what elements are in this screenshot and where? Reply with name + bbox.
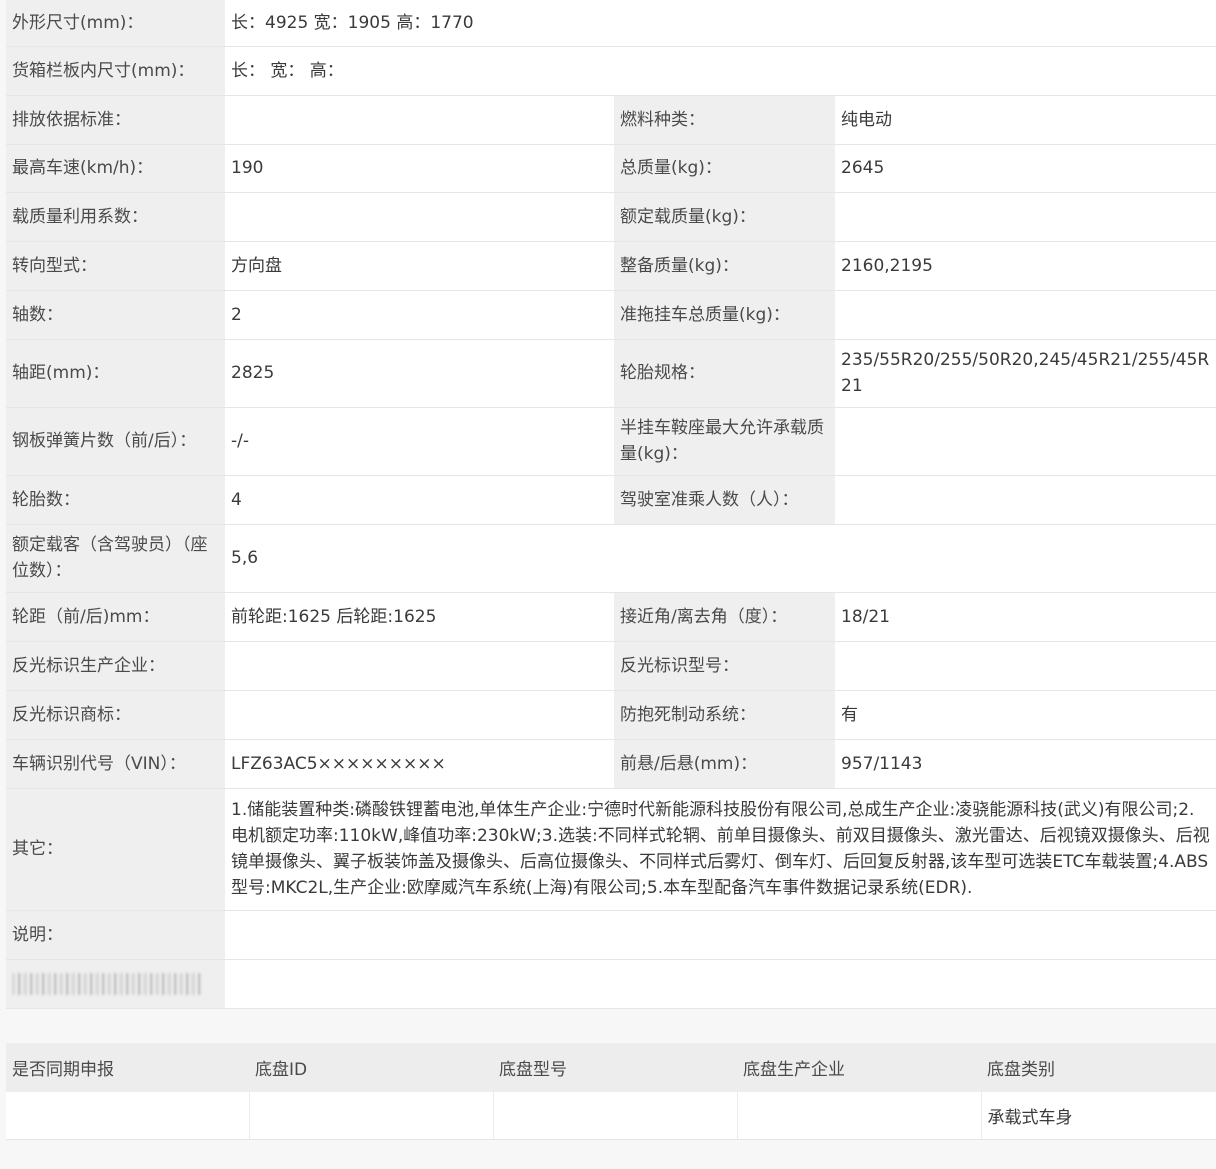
label-tire-spec: 轮胎规格： (614, 339, 835, 408)
value-load-coef (225, 192, 614, 242)
row-redacted (6, 959, 1216, 1009)
value-angles: 18/21 (835, 592, 1216, 642)
label-track: 轮距（前/后)mm： (6, 592, 225, 642)
label-cab-passengers: 驾驶室准乘人数（人）： (614, 475, 835, 525)
chassis-cell-maker (737, 1092, 982, 1140)
chassis-cell-id (249, 1092, 494, 1140)
label-fuel: 燃料种类： (614, 95, 835, 145)
value-reflector-brand (225, 690, 614, 740)
value-overhang: 957/1143 (835, 739, 1216, 789)
value-wheelbase: 2825 (225, 339, 614, 408)
value-dimensions: 长：4925 宽：1905 高：1770 (225, 0, 1216, 47)
value-reflector-model (835, 641, 1216, 691)
value-other: 1.储能装置种类:磷酸铁锂蓄电池,单体生产企业:宁德时代新能源科技股份有限公司,… (225, 788, 1216, 911)
redacted-blur (12, 972, 202, 995)
row-leaf-spring: 钢板弹簧片数（前/后）： -/- 半挂车鞍座最大允许承载质量(kg)： (6, 407, 1216, 476)
label-other: 其它： (6, 788, 225, 911)
label-tires: 轮胎数： (6, 475, 225, 525)
row-speed-mass: 最高车速(km/h)： 190 总质量(kg)： 2645 (6, 144, 1216, 193)
row-note: 说明： (6, 910, 1216, 960)
value-cab-passengers (835, 475, 1216, 525)
redacted-label (6, 959, 225, 1009)
value-track: 前轮距:1625 后轮距:1625 (225, 592, 614, 642)
row-reflector-brand: 反光标识商标： 防抱死制动系统： 有 (6, 690, 1216, 740)
label-angles: 接近角/离去角（度）： (614, 592, 835, 642)
label-dimensions: 外形尺寸(mm)： (6, 0, 225, 47)
chassis-header-sync: 是否同期申报 (6, 1043, 249, 1092)
row-emission-fuel: 排放依据标准： 燃料种类： 纯电动 (6, 95, 1216, 145)
value-axles: 2 (225, 290, 614, 340)
row-axles: 轴数： 2 准拖挂车总质量(kg)： (6, 290, 1216, 340)
label-curb-mass: 整备质量(kg)： (614, 241, 835, 291)
label-note: 说明： (6, 910, 225, 960)
chassis-cell-sync (6, 1092, 250, 1140)
label-axles: 轴数： (6, 290, 225, 340)
label-cargo-box: 货箱栏板内尺寸(mm)： (6, 46, 225, 96)
label-load-coef: 载质量利用系数： (6, 192, 225, 242)
value-max-speed: 190 (225, 144, 614, 193)
label-max-speed: 最高车速(km/h)： (6, 144, 225, 193)
value-steering: 方向盘 (225, 241, 614, 291)
value-cargo-box: 长： 宽： 高： (225, 46, 1216, 96)
chassis-cell-type: 承载式车身 (981, 1092, 1216, 1140)
value-trailer-mass (835, 290, 1216, 340)
row-tires: 轮胎数： 4 驾驶室准乘人数（人）： (6, 475, 1216, 525)
value-tire-spec: 235/55R20/255/50R20,245/45R21/255/45R21 (835, 339, 1216, 408)
chassis-header-type: 底盘类别 (981, 1043, 1216, 1092)
label-total-mass: 总质量(kg)： (614, 144, 835, 193)
label-steering: 转向型式： (6, 241, 225, 291)
value-seats: 5,6 (225, 524, 1216, 593)
chassis-header-model: 底盘型号 (493, 1043, 737, 1092)
label-saddle-load: 半挂车鞍座最大允许承载质量(kg)： (614, 407, 835, 476)
row-dimensions: 外形尺寸(mm)： 长：4925 宽：1905 高：1770 (6, 0, 1216, 47)
value-tires: 4 (225, 475, 614, 525)
label-seats: 额定载客（含驾驶员）（座位数）： (6, 524, 225, 593)
spec-table: 外形尺寸(mm)： 长：4925 宽：1905 高：1770 货箱栏板内尺寸(m… (6, 0, 1216, 1009)
value-fuel: 纯电动 (835, 95, 1216, 145)
row-vin: 车辆识别代号（VIN）： LFZ63AC5××××××××× 前悬/后悬(mm)… (6, 739, 1216, 789)
label-reflector-model: 反光标识型号： (614, 641, 835, 691)
row-steering: 转向型式： 方向盘 整备质量(kg)： 2160,2195 (6, 241, 1216, 291)
label-reflector-brand: 反光标识商标： (6, 690, 225, 740)
label-abs: 防抱死制动系统： (614, 690, 835, 740)
row-seats: 额定载客（含驾驶员）（座位数）： 5,6 (6, 524, 1216, 593)
chassis-header-id: 底盘ID (249, 1043, 493, 1092)
label-trailer-mass: 准拖挂车总质量(kg)： (614, 290, 835, 340)
value-vin: LFZ63AC5××××××××× (225, 739, 614, 789)
label-rated-load: 额定载质量(kg)： (614, 192, 835, 242)
row-cargo-box: 货箱栏板内尺寸(mm)： 长： 宽： 高： (6, 46, 1216, 96)
chassis-table: 是否同期申报 底盘ID 底盘型号 底盘生产企业 底盘类别 承载式车身 (6, 1043, 1216, 1140)
row-other: 其它： 1.储能装置种类:磷酸铁锂蓄电池,单体生产企业:宁德时代新能源科技股份有… (6, 788, 1216, 911)
chassis-header-row: 是否同期申报 底盘ID 底盘型号 底盘生产企业 底盘类别 (6, 1043, 1216, 1092)
label-wheelbase: 轴距(mm)： (6, 339, 225, 408)
value-saddle-load (835, 407, 1216, 476)
value-abs: 有 (835, 690, 1216, 740)
label-reflector-maker: 反光标识生产企业： (6, 641, 225, 691)
value-leaf-spring: -/- (225, 407, 614, 476)
value-note (225, 910, 1216, 960)
label-vin: 车辆识别代号（VIN）： (6, 739, 225, 789)
chassis-header-maker: 底盘生产企业 (737, 1043, 981, 1092)
value-curb-mass: 2160,2195 (835, 241, 1216, 291)
value-reflector-maker (225, 641, 614, 691)
label-overhang: 前悬/后悬(mm)： (614, 739, 835, 789)
row-load: 载质量利用系数： 额定载质量(kg)： (6, 192, 1216, 242)
chassis-data-row: 承载式车身 (6, 1092, 1216, 1140)
value-total-mass: 2645 (835, 144, 1216, 193)
row-wheelbase: 轴距(mm)： 2825 轮胎规格： 235/55R20/255/50R20,2… (6, 339, 1216, 408)
label-leaf-spring: 钢板弹簧片数（前/后）： (6, 407, 225, 476)
chassis-cell-model (493, 1092, 738, 1140)
redacted-value (225, 959, 1216, 1009)
row-reflector: 反光标识生产企业： 反光标识型号： (6, 641, 1216, 691)
row-track: 轮距（前/后)mm： 前轮距:1625 后轮距:1625 接近角/离去角（度）：… (6, 592, 1216, 642)
value-rated-load (835, 192, 1216, 242)
label-emission: 排放依据标准： (6, 95, 225, 145)
value-emission (225, 95, 614, 145)
